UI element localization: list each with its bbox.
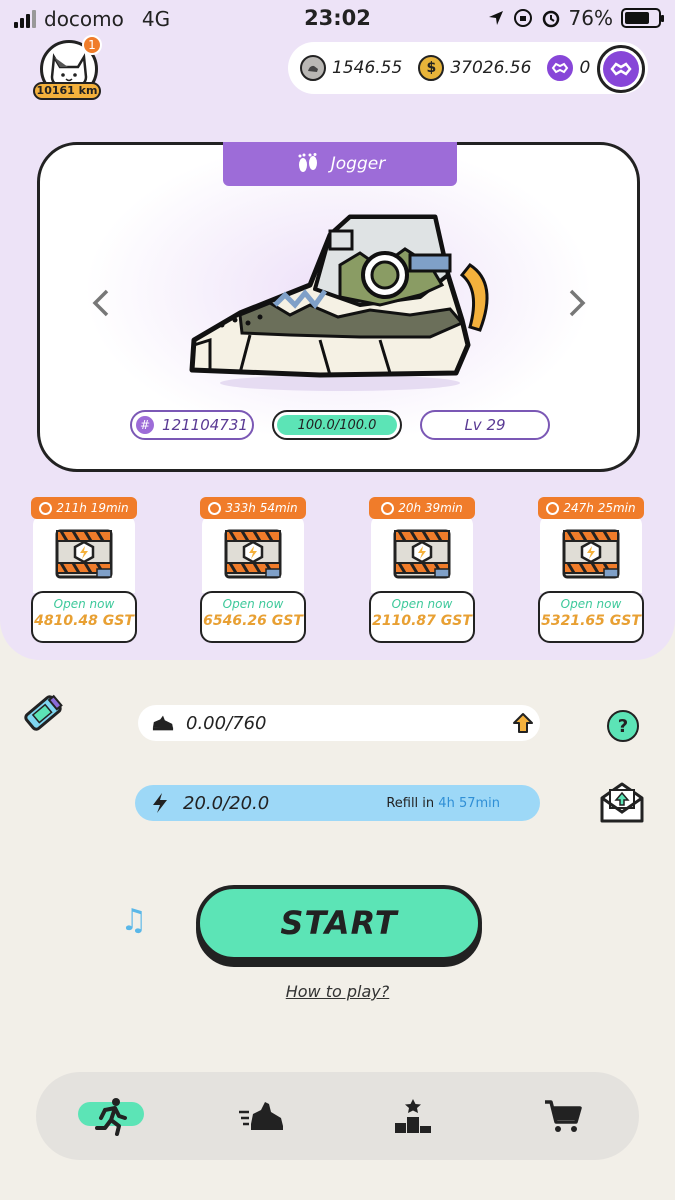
mystery-box-icon: [224, 529, 282, 579]
open-box-button[interactable]: Open now 6546.26 GST: [200, 591, 306, 643]
start-button[interactable]: START: [196, 885, 482, 961]
currency-bar: 1546.55 $ 37026.56 0: [288, 42, 648, 94]
box-timer-text: 20h 39min: [398, 501, 463, 515]
box-timer: 247h 25min: [538, 497, 644, 519]
sneaker-image: [189, 214, 489, 391]
polygon-wallet-icon: [603, 51, 639, 87]
box-timer: 20h 39min: [369, 497, 475, 519]
mystery-box-card[interactable]: [540, 515, 642, 593]
clock-icon: [208, 501, 222, 515]
clock-icon: [39, 501, 53, 515]
rotation-lock-icon: [513, 9, 532, 27]
run-icon: [95, 1098, 127, 1136]
sneaker-level-tag: Lv 29: [420, 410, 550, 440]
box-timer: 211h 19min: [31, 497, 137, 519]
sneaker-id-tag: # 121104731: [130, 410, 254, 440]
notification-badge: 1: [82, 35, 102, 55]
open-now-label: Open now: [222, 597, 284, 611]
energy-value: 20.0/20.0: [183, 792, 270, 814]
bottom-nav: [36, 1072, 639, 1160]
mail-icon[interactable]: [599, 780, 645, 824]
box-timer: 333h 54min: [200, 497, 306, 519]
refill-label: Refill in: [386, 795, 435, 811]
open-now-label: Open now: [560, 597, 622, 611]
durability-tag: 100.0/100.0: [272, 410, 402, 440]
nav-sneakers[interactable]: [224, 1094, 298, 1138]
open-now-label: Open now: [53, 597, 115, 611]
how-to-play-link[interactable]: How to play?: [0, 982, 675, 1001]
open-box-button[interactable]: Open now 2110.87 GST: [369, 591, 475, 643]
open-box-button[interactable]: Open now 4810.48 GST: [31, 591, 137, 643]
next-sneaker-button[interactable]: [564, 283, 590, 323]
location-arrow-icon: [488, 11, 503, 25]
polygon-balance: 0: [579, 58, 591, 78]
chevron-right-icon: [569, 289, 586, 317]
open-box-button[interactable]: Open now 5321.65 GST: [538, 591, 644, 643]
mystery-box-card[interactable]: [371, 515, 473, 593]
box-gst-amount: 2110.87 GST: [372, 613, 472, 629]
sneaker-card[interactable]: Jogger # 121104731 100.0/100.0 Lv 29: [37, 142, 640, 472]
nav-leaderboard[interactable]: [376, 1094, 450, 1138]
gst-balance: 37026.56: [450, 58, 532, 78]
refill-time: 4h 57min: [438, 795, 500, 811]
polygon-coin-icon: [547, 55, 574, 81]
wallet-button[interactable]: [597, 45, 645, 93]
battery-icon: [621, 8, 664, 28]
hash-icon: #: [136, 416, 155, 434]
open-now-label: Open now: [391, 597, 453, 611]
status-bar: docomo 4G 23:02 76%: [0, 0, 675, 40]
chevron-left-icon: [92, 289, 109, 317]
mystery-box-slot[interactable]: 333h 54min Open now 6546.26 GST: [200, 497, 306, 647]
footprints-icon: [298, 153, 317, 172]
durability-value: 100.0/100.0: [297, 417, 377, 433]
upgrade-arrow-icon[interactable]: [512, 712, 534, 734]
help-button[interactable]: ?: [607, 710, 639, 742]
alarm-icon: [542, 10, 559, 28]
box-timer-text: 211h 19min: [56, 501, 129, 515]
mystery-box-slot[interactable]: 20h 39min Open now 2110.87 GST: [369, 497, 475, 647]
nav-marketplace[interactable]: [526, 1094, 600, 1138]
refill-info: Refill in 4h 57min: [386, 796, 500, 811]
previous-sneaker-button[interactable]: [88, 283, 114, 323]
battery-percent: 76%: [568, 6, 613, 30]
booster-icon[interactable]: [20, 690, 66, 736]
sneaker-id: 121104731: [162, 416, 248, 434]
shoe-icon: [152, 712, 174, 734]
durability-bar: 100.0/100.0: [277, 415, 397, 435]
clock-icon: [546, 501, 560, 515]
clock-icon: [381, 501, 395, 515]
mystery-box-icon: [55, 529, 113, 579]
box-timer-text: 333h 54min: [225, 501, 298, 515]
leaderboard-icon: [395, 1099, 431, 1133]
cart-icon: [545, 1100, 582, 1132]
sneaker-type-header: Jogger: [223, 142, 457, 186]
distance-pill: 10161 km: [33, 82, 101, 100]
box-timer-text: 247h 25min: [563, 501, 636, 515]
mystery-box-icon: [562, 529, 620, 579]
status-right: 76%: [487, 6, 664, 30]
mystery-box-icon: [393, 529, 451, 579]
mystery-box-card[interactable]: [33, 515, 135, 593]
box-gst-amount: 4810.48 GST: [34, 613, 134, 629]
steps-value: 0.00/760: [186, 712, 267, 734]
gmt-balance: 1546.55: [332, 58, 403, 78]
box-gst-amount: 6546.26 GST: [203, 613, 303, 629]
nav-run[interactable]: [74, 1094, 148, 1138]
gst-coin-icon: $: [418, 55, 445, 81]
gmt-coin-icon: [300, 55, 326, 81]
music-button[interactable]: ♫: [116, 900, 152, 940]
box-gst-amount: 5321.65 GST: [541, 613, 641, 629]
mystery-box-card[interactable]: [202, 515, 304, 593]
mystery-box-slot[interactable]: 247h 25min Open now 5321.65 GST: [538, 497, 644, 647]
lightning-icon: [149, 792, 171, 814]
mystery-box-slot[interactable]: 211h 19min Open now 4810.48 GST: [31, 497, 137, 647]
sneaker-type-label: Jogger: [330, 154, 386, 174]
steps-bar: 0.00/760: [138, 705, 540, 741]
music-note-icon: ♫: [120, 902, 148, 938]
energy-bar: 20.0/20.0 Refill in 4h 57min: [135, 785, 540, 821]
sneaker-icon: [239, 1102, 283, 1130]
